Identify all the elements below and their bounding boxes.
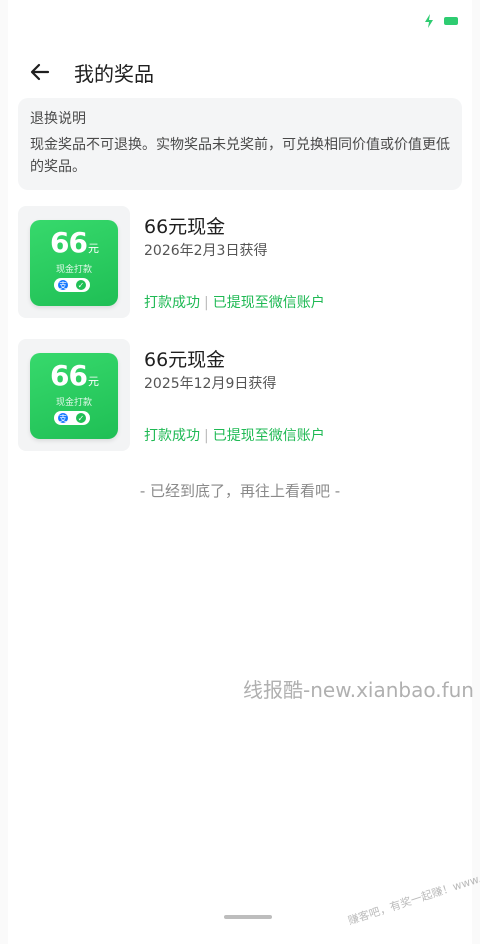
card-amount: 66	[50, 226, 88, 259]
prize-status: 打款成功 | 已提现至微信账户	[144, 292, 325, 312]
battery-icon	[444, 17, 458, 25]
header: 我的奖品	[28, 50, 154, 94]
wechat-pay-icon: ✓	[76, 280, 86, 290]
end-of-list-text: - 已经到底了，再往上看看吧 -	[139, 482, 341, 500]
status-paid: 打款成功	[144, 428, 200, 444]
back-button[interactable]	[28, 55, 62, 89]
status-bar	[424, 14, 458, 28]
alipay-icon: 支	[58, 413, 68, 423]
watermark-text: 线报酷-new.xianbao.fun	[243, 678, 474, 702]
card-subtitle: 现金打款	[55, 398, 92, 408]
prize-name: 66元现金	[144, 216, 226, 238]
prize-name: 66元现金	[144, 349, 226, 371]
card-unit: 元	[87, 242, 99, 255]
return-policy-notice: 退换说明 现金奖品不可退换。实物奖品未兑奖前，可兑换相同价值或价值更低的奖品。	[18, 98, 462, 190]
charging-icon	[425, 14, 433, 28]
prize-date: 2025年12月9日获得	[144, 376, 277, 392]
notice-title: 退换说明	[30, 111, 86, 127]
status-separator: |	[204, 295, 209, 311]
alipay-icon: 支	[58, 280, 68, 290]
status-withdrawn: 已提现至微信账户	[212, 295, 325, 311]
arrow-left-icon	[30, 63, 50, 81]
cash-card-image: 66元 现金打款 支 ✓	[30, 353, 118, 439]
payment-logos: 支 ✓	[54, 411, 90, 425]
prize-item[interactable]: 66元 现金打款 支 ✓ 66元现金 2026年2月3日获得 打款成功 | 已提现至…	[18, 206, 462, 318]
status-withdrawn: 已提现至微信账户	[212, 428, 325, 444]
prize-status: 打款成功 | 已提现至微信账户	[144, 425, 325, 445]
notice-body: 现金奖品不可退换。实物奖品未兑奖前，可兑换相同价值或价值更低的奖品。	[30, 137, 450, 175]
card-subtitle: 现金打款	[55, 265, 92, 275]
status-separator: |	[204, 428, 209, 444]
payment-logos: 支 ✓	[54, 278, 90, 292]
prize-item[interactable]: 66元 现金打款 支 ✓ 66元现金 2025年12月9日获得 打款成功 | 已提现…	[18, 339, 462, 451]
prize-thumbnail: 66元 现金打款 支 ✓	[18, 339, 130, 451]
cash-card-image: 66元 现金打款 支 ✓	[30, 220, 118, 306]
card-amount: 66	[50, 359, 88, 392]
prize-date: 2026年2月3日获得	[144, 243, 268, 259]
home-indicator[interactable]	[224, 915, 272, 919]
page-title: 我的奖品	[74, 61, 154, 86]
app-screen: 我的奖品 退换说明 现金奖品不可退换。实物奖品未兑奖前，可兑换相同价值或价值更低…	[8, 0, 480, 944]
wechat-pay-icon: ✓	[76, 413, 86, 423]
status-paid: 打款成功	[144, 295, 200, 311]
prize-thumbnail: 66元 现金打款 支 ✓	[18, 206, 130, 318]
card-unit: 元	[87, 375, 99, 388]
watermark-stamp: 赚客吧，有奖一起赚！www.zuanke8.com	[346, 849, 480, 928]
